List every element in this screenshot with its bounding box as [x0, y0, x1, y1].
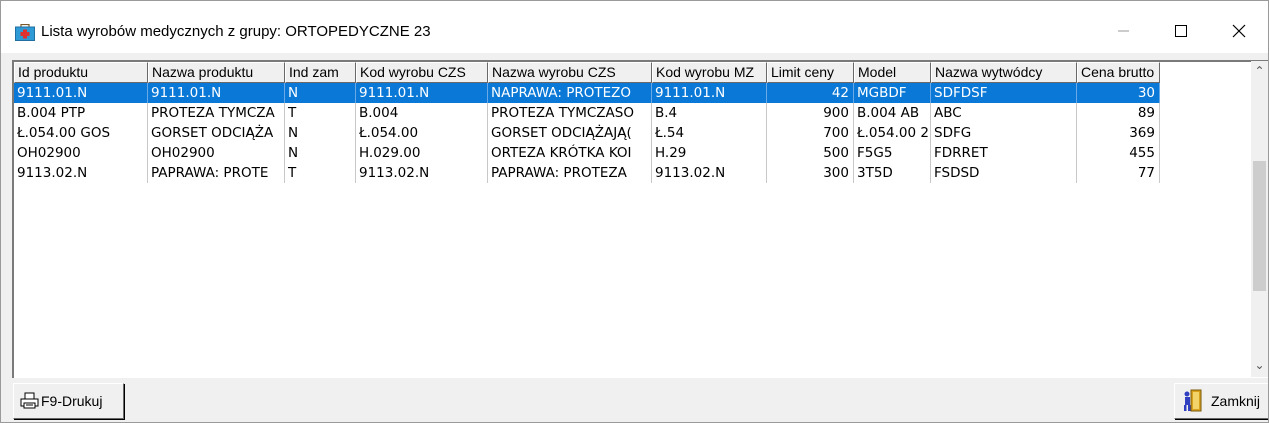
table-cell: 9111.01.N — [14, 83, 148, 103]
table-cell: PROTEZA TYMCZA — [148, 103, 285, 123]
column-header[interactable]: Nazwa wytwódcy — [931, 62, 1077, 83]
table-cell: 89 — [1077, 103, 1160, 123]
table-cell: PAPRAWA: PROTEZA — [488, 163, 652, 183]
table-cell: OH02900 — [14, 143, 148, 163]
table-cell: B.004 AB — [854, 103, 931, 123]
print-button-label: F9-Drukuj — [41, 393, 103, 409]
table-cell: 9111.01.N — [148, 83, 285, 103]
footer-bar — [1, 380, 1268, 422]
table-row[interactable]: OH02900 OH02900 N H.029.00 ORTEZA KRÓTKA KOI… — [14, 143, 1160, 163]
table-cell: H.029.00 — [356, 143, 488, 163]
column-header[interactable]: Nazwa produktu — [148, 62, 285, 83]
table-cell: B.004 — [356, 103, 488, 123]
table-cell: FSDSD — [931, 163, 1077, 183]
table-cell: ORTEZA KRÓTKA KOI — [488, 143, 652, 163]
window-title: Lista wyrobów medycznych z grupy: ORTOPE… — [41, 23, 431, 40]
table-row[interactable]: 9113.02.N PAPRAWA: PROTE T 9113.02.N PAPRAWA… — [14, 163, 1160, 183]
column-header[interactable]: Cena brutto — [1077, 62, 1160, 83]
dialog-window: Lista wyrobów medycznych z grupy: ORTOPE… — [0, 0, 1269, 423]
close-button[interactable]: Zamknij — [1174, 383, 1268, 419]
table-cell: 900 — [767, 103, 854, 123]
table-cell: 9113.02.N — [652, 163, 767, 183]
printer-icon — [20, 392, 39, 409]
column-header[interactable]: Ind zam — [285, 62, 356, 83]
table-cell: 30 — [1077, 83, 1160, 103]
table-cell: T — [285, 163, 356, 183]
product-grid[interactable]: Id produktu Nazwa produktu Ind zam Kod wyro… — [12, 60, 1268, 378]
table-cell: PROTEZA TYMCZASO — [488, 103, 652, 123]
table-cell: 455 — [1077, 143, 1160, 163]
table-cell: F5G5 — [854, 143, 931, 163]
table-cell: MGBDF — [854, 83, 931, 103]
table-cell: 500 — [767, 143, 854, 163]
maximize-button[interactable] — [1152, 9, 1210, 53]
table-cell: NAPRAWA: PROTEZO — [488, 83, 652, 103]
column-header[interactable]: Model — [854, 62, 931, 83]
table-cell: Ł.054.00 GOS — [14, 123, 148, 143]
column-header[interactable]: Limit ceny — [767, 62, 854, 83]
vertical-scrollbar[interactable]: ⌃ ⌄ — [1251, 61, 1268, 377]
table-cell: PAPRAWA: PROTE — [148, 163, 285, 183]
table-cell: 300 — [767, 163, 854, 183]
table-cell: ABC — [931, 103, 1077, 123]
table-cell: 700 — [767, 123, 854, 143]
table-cell: N — [285, 143, 356, 163]
column-header[interactable]: Id produktu — [14, 62, 148, 83]
print-button[interactable]: F9-Drukuj — [13, 383, 124, 419]
table-cell: GORSET ODCIĄŻA — [148, 123, 285, 143]
table-cell: 3T5D — [854, 163, 931, 183]
table-cell: OH02900 — [148, 143, 285, 163]
close-button-label: Zamknij — [1211, 393, 1261, 409]
table-cell: Ł.054.00 2 — [854, 123, 931, 143]
table-cell: SDFG — [931, 123, 1077, 143]
table-cell: N — [285, 83, 356, 103]
table-cell: Ł.54 — [652, 123, 767, 143]
table-cell: 42 — [767, 83, 854, 103]
table-row[interactable]: 9111.01.N 9111.01.N N 9111.01.N NAPRAWA: PRO… — [14, 83, 1160, 103]
minimize-button[interactable] — [1095, 9, 1153, 53]
table-cell: 369 — [1077, 123, 1160, 143]
table-cell: Ł.054.00 — [356, 123, 488, 143]
table-cell: T — [285, 103, 356, 123]
table-cell: B.4 — [652, 103, 767, 123]
table-cell: H.29 — [652, 143, 767, 163]
medical-kit-icon — [15, 24, 35, 41]
table-cell: SDFDSF — [931, 83, 1077, 103]
maximize-icon — [1175, 25, 1187, 37]
table-row[interactable]: Ł.054.00 GOS GORSET ODCIĄŻA N Ł.054.00 GORSE… — [14, 123, 1160, 143]
scroll-down-icon[interactable]: ⌄ — [1251, 357, 1268, 374]
table-cell: B.004 PTP — [14, 103, 148, 123]
table-cell: GORSET ODCIĄŻAJĄ( — [488, 123, 652, 143]
table-cell: 9111.01.N — [356, 83, 488, 103]
column-header[interactable]: Kod wyrobu MZ — [652, 62, 767, 83]
table-cell: 77 — [1077, 163, 1160, 183]
scroll-up-icon[interactable]: ⌃ — [1251, 63, 1268, 80]
minimize-icon — [1118, 30, 1129, 32]
table-cell: 9113.02.N — [14, 163, 148, 183]
close-icon — [1232, 24, 1246, 38]
table-cell: N — [285, 123, 356, 143]
exit-door-icon — [1184, 389, 1202, 412]
close-window-button[interactable] — [1210, 9, 1268, 53]
scrollbar-thumb[interactable] — [1253, 161, 1266, 291]
table-cell: 9111.01.N — [652, 83, 767, 103]
table-row[interactable]: B.004 PTP PROTEZA TYMCZA T B.004 PROTEZA TYM… — [14, 103, 1160, 123]
column-header[interactable]: Kod wyrobu CZS — [356, 62, 488, 83]
title-bar[interactable]: Lista wyrobów medycznych z grupy: ORTOPE… — [1, 1, 1268, 53]
table-cell: FDRRET — [931, 143, 1077, 163]
column-header[interactable]: Nazwa wyrobu CZS — [488, 62, 652, 83]
table-cell: 9113.02.N — [356, 163, 488, 183]
